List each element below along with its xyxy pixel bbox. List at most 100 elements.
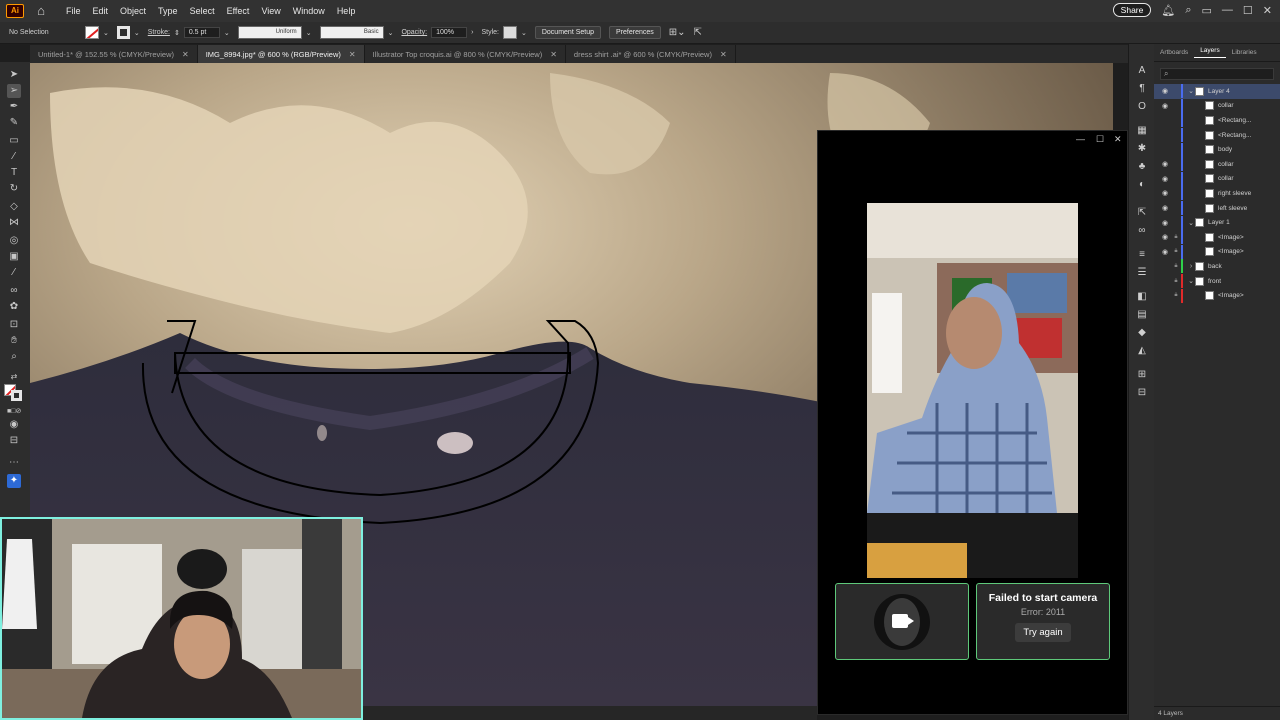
layer-row[interactable]: body [1154, 142, 1280, 157]
tab-top-croquis[interactable]: Illustrator Top croquis.ai @ 800 % (CMYK… [365, 45, 566, 63]
chevron-icon[interactable]: ⌄ [1187, 87, 1195, 95]
close-tab-icon[interactable]: ✕ [182, 50, 189, 59]
tab-layers[interactable]: Layers [1194, 47, 1226, 58]
maximize-icon[interactable]: ☐ [1243, 4, 1253, 17]
document-setup-button[interactable]: Document Setup [534, 26, 602, 39]
chevron-right-icon[interactable]: › [471, 29, 473, 36]
layer-search-input[interactable]: ⌕ [1160, 68, 1274, 80]
layer-row[interactable]: <Rectang... [1154, 113, 1280, 128]
bell-icon[interactable]: 🔔︎ [1161, 4, 1175, 17]
curvature-tool-icon[interactable]: ✎ [7, 116, 21, 130]
layer-row[interactable]: 🔒︎ <Image> [1154, 288, 1280, 303]
layer-row[interactable]: ◉ 🔒︎ <Image> [1154, 230, 1280, 245]
eye-icon[interactable]: ◉ [1159, 160, 1171, 168]
generative-icon[interactable]: ✦ [7, 474, 21, 488]
chevron-down-icon[interactable]: ⌄ [521, 29, 527, 37]
tab-untitled-1[interactable]: Untitled-1* @ 152.55 % (CMYK/Preview) ✕ [30, 45, 198, 63]
layer-row[interactable]: 🔒︎ ⌄ front [1154, 274, 1280, 289]
style-swatch[interactable] [502, 26, 517, 39]
export-icon[interactable]: ⇱ [694, 27, 702, 38]
eye-icon[interactable]: ◉ [1159, 204, 1171, 212]
color-mode-icon[interactable]: ■□⊘ [7, 405, 21, 419]
preferences-button[interactable]: Preferences [609, 26, 661, 39]
layer-row[interactable]: ◉ left sleeve [1154, 201, 1280, 216]
brush-dropdown[interactable]: Basic [319, 26, 384, 39]
brush-definition[interactable]: Basic ⌄ [319, 26, 394, 39]
arrange-icon[interactable]: ⊞⌄ [669, 27, 686, 38]
layer-row[interactable]: ◉ collar [1154, 171, 1280, 187]
layer-row[interactable]: ◉ collar [1154, 157, 1280, 172]
try-again-button[interactable]: Try again [1015, 623, 1071, 642]
home-icon[interactable]: ⌂ [34, 4, 48, 18]
symbols-panel-icon[interactable]: ♣ [1135, 160, 1149, 174]
scale-tool-icon[interactable]: ▣ [7, 250, 21, 264]
image-trace-icon[interactable]: ◭ [1135, 344, 1149, 358]
chevron-down-icon[interactable]: ⌄ [388, 29, 394, 37]
drawing-mode-icon[interactable]: ◉ [7, 418, 21, 432]
lock-icon[interactable]: 🔒︎ [1171, 278, 1181, 285]
appearance-panel-icon[interactable]: ▤ [1135, 308, 1149, 322]
stroke-indicator[interactable] [11, 390, 22, 401]
fill-control[interactable]: ⌄ [85, 26, 109, 39]
menu-object[interactable]: Object [120, 6, 146, 16]
stroke-swatch[interactable] [116, 26, 130, 39]
chevron-down-icon[interactable]: ⌄ [224, 29, 230, 37]
brushes-panel-icon[interactable]: ✱ [1135, 142, 1149, 156]
lock-icon[interactable]: 🔒︎ [1171, 248, 1181, 255]
opacity-field[interactable]: 100% [431, 27, 468, 38]
chevron-icon[interactable]: › [1187, 263, 1195, 270]
color-panel-icon[interactable]: ◐ [1135, 178, 1149, 192]
opentype-panel-icon[interactable]: O [1135, 100, 1149, 114]
type-tool-icon[interactable]: T [7, 166, 21, 180]
workspace-icon[interactable]: ▭ [1202, 4, 1212, 17]
graphic-styles-icon[interactable]: ◆ [1135, 326, 1149, 340]
layers-panel-icon[interactable]: ≡ [1135, 248, 1149, 262]
tab-artboards[interactable]: Artboards [1154, 49, 1194, 56]
profile-dropdown[interactable]: Uniform [237, 26, 302, 39]
pathfinder-panel-icon[interactable]: ⊟ [1135, 386, 1149, 400]
chevron-icon[interactable]: ⌄ [1187, 277, 1195, 285]
layer-row[interactable]: ◉ ⌄ Layer 1 [1154, 215, 1280, 230]
lock-icon[interactable]: 🔒︎ [1171, 263, 1181, 270]
lock-icon[interactable]: 🔒︎ [1171, 234, 1181, 241]
eye-icon[interactable]: ◉ [1159, 219, 1171, 227]
menu-file[interactable]: File [66, 6, 81, 16]
layer-row[interactable]: ◉ right sleeve [1154, 186, 1280, 201]
symbol-sprayer-tool-icon[interactable]: ✿ [7, 300, 21, 314]
close-icon[interactable]: ✕ [1114, 134, 1122, 145]
chevron-down-icon[interactable]: ⌄ [103, 29, 109, 37]
menu-effect[interactable]: Effect [227, 6, 250, 16]
share-button[interactable]: Share [1112, 3, 1152, 17]
swap-fill-stroke-icon[interactable]: ⇄ [7, 370, 21, 384]
stroke-weight-field[interactable]: 0.5 pt [183, 27, 220, 38]
links-panel-icon[interactable]: ∞ [1135, 224, 1149, 238]
stroke-panel-icon[interactable]: ☰ [1135, 266, 1149, 280]
artboard-tool-icon[interactable]: ⊡ [7, 318, 21, 332]
lock-icon[interactable]: 🔒︎ [1171, 292, 1181, 299]
selection-tool-icon[interactable]: ➤ [7, 68, 21, 82]
chevron-down-icon[interactable]: ⌄ [134, 29, 140, 37]
menu-select[interactable]: Select [190, 6, 215, 16]
pen-tool-icon[interactable]: ✒ [7, 100, 21, 114]
swatches-panel-icon[interactable]: ▦ [1135, 124, 1149, 138]
chevron-down-icon[interactable]: ⌄ [306, 29, 312, 37]
close-icon[interactable]: ✕ [1263, 4, 1272, 17]
self-video-tile[interactable] [835, 583, 969, 660]
layer-row[interactable]: ◉ 🔒︎ <Image> [1154, 244, 1280, 260]
menu-help[interactable]: Help [337, 6, 356, 16]
screen-mode-icon[interactable]: ⊟ [7, 434, 21, 448]
variable-width-profile[interactable]: Uniform ⌄ [237, 26, 312, 39]
tab-img-8994[interactable]: IMG_8994.jpg* @ 600 % (RGB/Preview) ✕ [197, 45, 365, 63]
eye-icon[interactable]: ◉ [1159, 248, 1171, 256]
close-tab-icon[interactable]: ✕ [349, 50, 356, 59]
character-panel-icon[interactable]: A [1135, 64, 1149, 78]
export-asset-icon[interactable]: ⇱ [1135, 206, 1149, 220]
close-tab-icon[interactable]: ✕ [550, 50, 557, 59]
eraser-tool-icon[interactable]: ◇ [7, 200, 21, 214]
layer-row[interactable]: ◉ ⌄ Layer 4 [1154, 84, 1280, 99]
eyedropper-tool-icon[interactable]: ⁄ [7, 266, 21, 280]
layer-row[interactable]: 🔒︎ › back [1154, 259, 1280, 274]
direct-selection-tool-icon[interactable]: ➢ [7, 84, 21, 98]
menu-window[interactable]: Window [293, 6, 325, 16]
menu-edit[interactable]: Edit [93, 6, 109, 16]
